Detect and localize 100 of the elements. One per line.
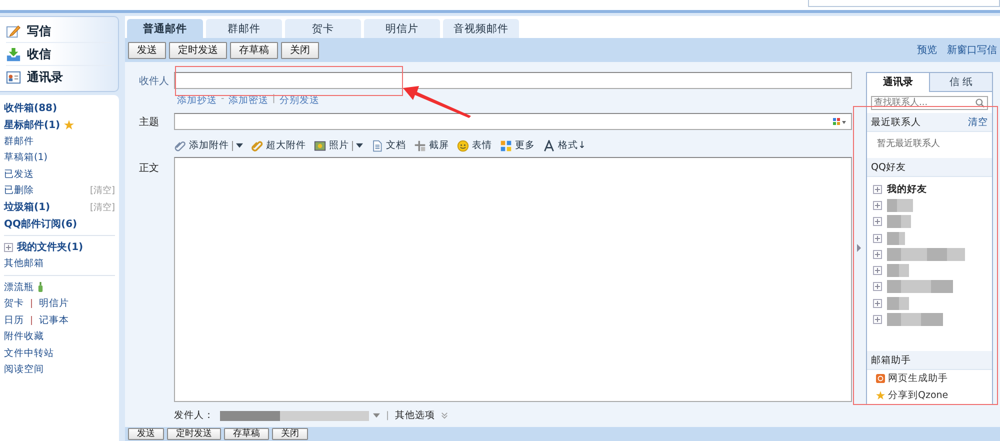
folder-link[interactable]: 星标邮件(1) <box>4 118 60 132</box>
expand-icon[interactable] <box>4 242 13 252</box>
mail-tab[interactable]: 音视频邮件 <box>443 19 519 38</box>
blurred-name[interactable] <box>887 313 943 326</box>
toolbar-button[interactable]: 发送 <box>128 42 166 58</box>
recipient-option-link[interactable]: 添加抄送 <box>177 94 217 107</box>
folder-link[interactable]: 其他邮箱 <box>4 257 44 270</box>
toolbar-button[interactable]: 存草稿 <box>224 428 269 440</box>
recipient-option-link[interactable]: 添加密送 <box>228 94 268 107</box>
attach-tool[interactable]: 格式↓ <box>558 139 586 152</box>
blurred-name[interactable] <box>887 232 905 245</box>
subject-field[interactable] <box>174 113 852 130</box>
search-icon[interactable] <box>975 98 985 108</box>
blurred-name[interactable] <box>887 248 965 261</box>
toolbar-button[interactable]: 存草稿 <box>230 42 278 58</box>
web-icon <box>876 374 885 383</box>
chevron-down-icon[interactable] <box>441 412 448 419</box>
action-label: 通讯录 <box>27 68 63 86</box>
smiley-icon <box>457 140 469 152</box>
app-link[interactable]: 漂流瓶 <box>4 280 34 294</box>
app-link[interactable]: 文件中转站 <box>4 346 54 360</box>
app-link[interactable]: 记事本 <box>39 314 69 327</box>
body-label: 正文 <box>139 162 160 175</box>
caret-icon[interactable] <box>236 143 243 148</box>
panel-tab[interactable]: 信 纸 <box>929 73 992 92</box>
sidebar-action[interactable]: 通讯录 <box>6 66 112 88</box>
attach-tool[interactable]: 截屏 <box>429 139 449 152</box>
color-picker-icon[interactable] <box>833 118 847 126</box>
collapse-handle-icon[interactable] <box>857 244 861 252</box>
recipient-option-link[interactable]: 分别发送 <box>279 94 320 107</box>
toolbar-button[interactable]: 发送 <box>128 428 164 440</box>
toolbar-button[interactable]: 定时发送 <box>167 428 221 440</box>
contact-card-icon <box>6 70 21 84</box>
blurred-name[interactable] <box>887 280 953 294</box>
sender-select[interactable] <box>220 410 380 422</box>
folder-link[interactable]: 收件箱(88) <box>4 101 58 116</box>
panel-tab[interactable]: 通讯录 <box>867 73 929 92</box>
star-icon <box>876 391 885 400</box>
app-link[interactable]: 附件收藏 <box>4 330 44 344</box>
photo-icon <box>314 140 326 152</box>
mail-tab[interactable]: 贺卡 <box>285 19 361 38</box>
document-icon <box>371 140 383 152</box>
recipient-label: 收件人 <box>139 74 170 88</box>
app-link[interactable]: 阅读空间 <box>4 363 44 376</box>
app-link[interactable]: 明信片 <box>39 297 69 310</box>
folder-link[interactable]: QQ邮件订阅(6) <box>4 216 78 231</box>
contact-search-field[interactable]: 查找联系人... <box>871 96 988 110</box>
paperclip-icon <box>251 140 263 152</box>
folder-link[interactable]: 群邮件 <box>4 134 34 148</box>
bottle-icon <box>38 282 43 292</box>
blurred-name[interactable] <box>887 264 909 278</box>
section-title: QQ好友 <box>871 160 906 174</box>
attach-tool[interactable]: 文档 <box>386 139 406 152</box>
toolbar-link[interactable]: 预览 <box>917 43 937 57</box>
folder-link[interactable]: 已发送 <box>4 168 34 181</box>
mail-tab[interactable]: 明信片 <box>364 19 440 38</box>
app-link[interactable]: 贺卡 <box>4 297 24 310</box>
caret-icon[interactable] <box>356 143 363 148</box>
contact-group[interactable]: 我的好友 <box>887 182 927 196</box>
annotation-arrow <box>403 84 473 118</box>
mail-tab[interactable]: 群邮件 <box>206 19 282 38</box>
recipient-field[interactable] <box>174 72 852 89</box>
font-icon <box>543 140 555 152</box>
attach-tool[interactable]: 照片 <box>329 139 349 152</box>
subject-label: 主题 <box>139 116 160 128</box>
blurred-name[interactable] <box>887 296 909 310</box>
section-title: 邮箱助手 <box>871 354 911 366</box>
toolbar-button[interactable]: 关闭 <box>272 428 308 440</box>
link-separator: | <box>386 410 390 420</box>
link-separator: - <box>221 94 224 106</box>
sender-label: 发件人： <box>174 409 214 422</box>
paperclip-icon <box>174 140 186 152</box>
attach-tool[interactable]: 超大附件 <box>266 139 306 152</box>
folder-link[interactable]: 草稿箱(1) <box>4 151 48 164</box>
attach-tool[interactable]: 更多 <box>515 139 535 152</box>
pencil-icon <box>6 24 21 38</box>
folder-link[interactable]: 我的文件夹(1) <box>17 240 84 254</box>
attach-tool[interactable]: 添加附件 <box>189 139 229 152</box>
folder-link[interactable]: 已删除 <box>4 184 34 198</box>
sidebar-action[interactable]: 收信 <box>6 43 112 66</box>
other-options-link[interactable]: 其他选项 <box>395 409 436 422</box>
inbox-icon <box>6 46 21 62</box>
toolbar-button[interactable]: 定时发送 <box>169 42 227 58</box>
attach-tool[interactable]: 表情 <box>472 139 492 152</box>
grid-icon <box>500 140 512 152</box>
folder-link[interactable]: 垃圾箱(1) <box>4 200 50 214</box>
assistant-link[interactable]: 分享到Qzone <box>888 389 948 402</box>
action-label: 写信 <box>27 22 51 40</box>
caret-icon <box>373 413 380 418</box>
clear-link[interactable]: 清空 <box>968 116 988 128</box>
toolbar-button[interactable]: 关闭 <box>281 42 319 58</box>
blurred-name[interactable] <box>887 198 913 212</box>
mail-tab[interactable]: 普通邮件 <box>127 19 203 38</box>
blurred-name[interactable] <box>887 215 911 228</box>
sidebar-action[interactable]: 写信 <box>6 20 112 43</box>
action-label: 收信 <box>27 46 51 62</box>
empty-message: 暂无最近联系人 <box>876 138 941 151</box>
assistant-link[interactable]: 网页生成助手 <box>888 372 948 385</box>
toolbar-link[interactable]: 新窗口写信 <box>947 43 997 57</box>
app-link[interactable]: 日历 <box>4 314 24 327</box>
